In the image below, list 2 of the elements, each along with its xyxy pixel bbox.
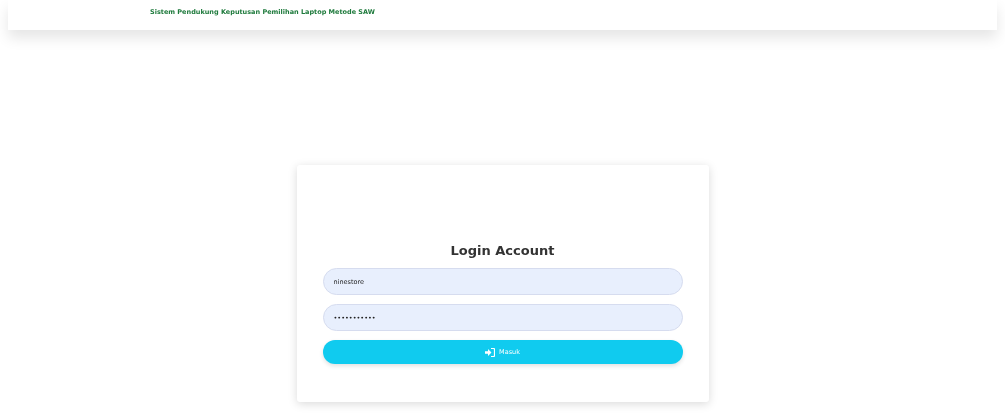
sign-in-icon: [485, 347, 496, 357]
login-title: Login Account: [449, 243, 556, 258]
